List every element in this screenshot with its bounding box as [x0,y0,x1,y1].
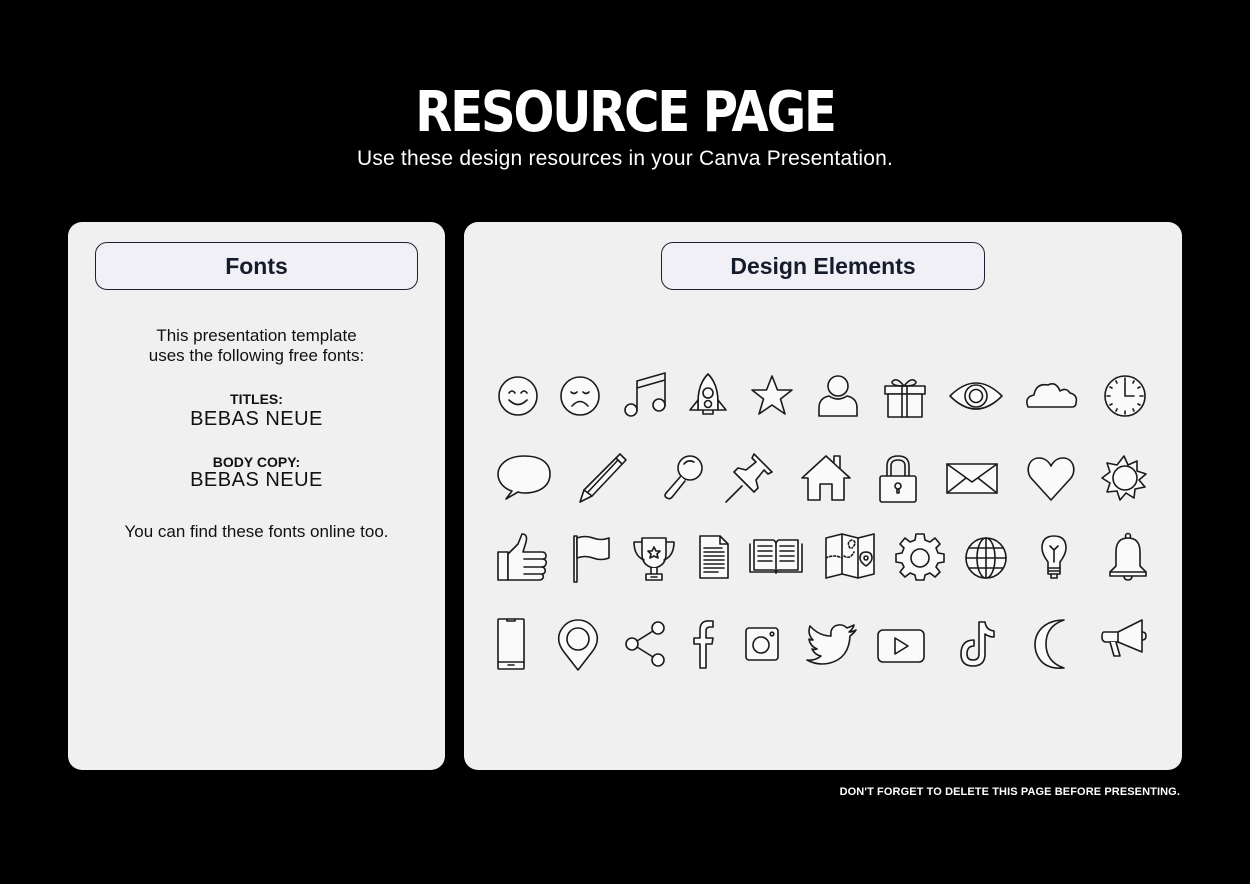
page-title: RESOURCE PAGE [415,80,837,145]
fonts-outro: You can find these fonts online too. [124,522,389,541]
fonts-intro-line1: This presentation template [156,326,357,345]
design-elements-panel: Design Elements [464,222,1182,770]
gift-icon[interactable] [876,368,932,424]
body-copy-label: BODY COPY: [212,454,301,470]
sad-face-icon[interactable] [552,368,608,424]
smartphone-icon[interactable] [490,616,546,672]
flag-icon[interactable] [568,530,624,586]
body-copy-font-name: BEBAS NEUE [190,469,323,491]
trophy-icon[interactable] [626,530,682,586]
magnifier-icon[interactable] [654,450,710,506]
moon-icon[interactable] [1026,616,1082,672]
facebook-icon[interactable] [684,616,740,672]
fonts-intro: This presentation template uses the foll… [68,326,445,366]
fonts-panel: Fonts This presentation template uses th… [68,222,445,770]
tiktok-icon[interactable] [952,616,1008,672]
location-pin-icon[interactable] [550,616,606,672]
instagram-icon[interactable] [740,616,796,672]
titles-font-name: BEBAS NEUE [190,408,323,430]
bell-icon[interactable] [1100,530,1156,586]
heart-icon[interactable] [1023,450,1079,506]
document-icon[interactable] [692,530,748,586]
pushpin-icon[interactable] [720,450,776,506]
titles-label: TITLES: [230,391,283,407]
smiley-face-icon[interactable] [490,368,546,424]
twitter-icon[interactable] [804,616,860,672]
fonts-intro-line2: uses the following free fonts: [148,346,365,365]
music-note-icon[interactable] [618,368,674,424]
padlock-icon[interactable] [870,450,926,506]
share-icon[interactable] [620,616,676,672]
star-icon[interactable] [744,368,800,424]
house-icon[interactable] [798,450,854,506]
envelope-icon[interactable] [944,450,1000,506]
fonts-heading: Fonts [95,242,418,290]
eye-icon[interactable] [948,368,1004,424]
open-book-icon[interactable] [748,530,804,586]
icon-grid [464,222,1182,770]
pencil-icon[interactable] [574,450,630,506]
thumbs-up-icon[interactable] [496,530,552,586]
gear-icon[interactable] [892,530,948,586]
rocket-icon[interactable] [680,368,736,424]
clock-icon[interactable] [1096,368,1152,424]
user-icon[interactable] [810,368,866,424]
page-subtitle: Use these design resources in your Canva… [356,147,894,170]
globe-icon[interactable] [958,530,1014,586]
lightbulb-icon[interactable] [1026,530,1082,586]
map-icon[interactable] [824,530,880,586]
sun-icon[interactable] [1096,450,1152,506]
megaphone-icon[interactable] [1100,616,1156,672]
footer-note: DON'T FORGET TO DELETE THIS PAGE BEFORE … [839,786,1180,798]
speech-bubble-icon[interactable] [496,450,552,506]
youtube-icon[interactable] [876,616,932,672]
cloud-icon[interactable] [1022,368,1078,424]
